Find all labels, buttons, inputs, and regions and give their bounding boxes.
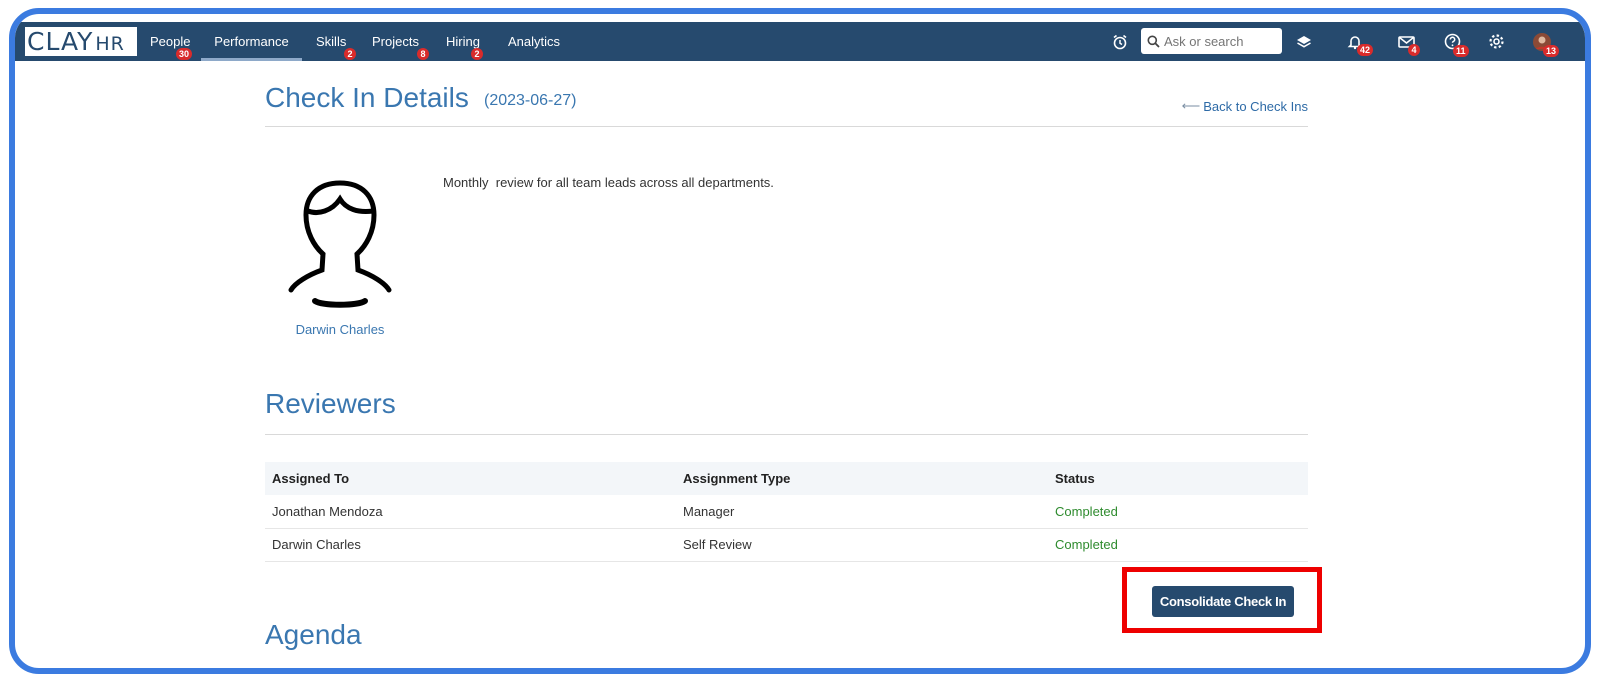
nav-skills-badge: 2: [344, 48, 356, 60]
nav-hiring[interactable]: Hiring 2: [446, 22, 483, 61]
bell-badge: 42: [1357, 44, 1374, 56]
table-row: Jonathan Mendoza Manager Completed: [265, 495, 1308, 529]
bell-icon[interactable]: 42: [1340, 22, 1374, 61]
avatar: [281, 175, 399, 310]
nav-hiring-label: Hiring: [446, 34, 480, 49]
back-to-check-ins-link[interactable]: ⟵ Back to Check Ins: [1182, 98, 1308, 114]
logo-sub-text: HR: [95, 32, 125, 55]
cell-assignment-type: Manager: [676, 495, 1048, 529]
search-input[interactable]: [1164, 33, 1274, 49]
user-avatar-icon[interactable]: 13: [1527, 22, 1560, 61]
nav-projects-badge: 8: [417, 48, 429, 60]
nav-people[interactable]: People 30: [150, 22, 193, 61]
nav-performance-label: Performance: [214, 34, 289, 49]
alarm-clock-icon[interactable]: [1105, 22, 1135, 61]
search-box[interactable]: [1141, 28, 1282, 54]
layers-icon[interactable]: [1289, 22, 1319, 61]
reviewers-table: Assigned To Assignment Type Status Jonat…: [265, 462, 1308, 562]
search-icon: [1147, 35, 1160, 48]
cell-assigned-to: Jonathan Mendoza: [265, 495, 676, 529]
gear-icon[interactable]: [1481, 22, 1511, 61]
table-header-row: Assigned To Assignment Type Status: [265, 462, 1308, 495]
mail-icon[interactable]: 4: [1391, 22, 1421, 61]
check-in-description: Monthly review for all team leads across…: [443, 175, 774, 190]
nav-projects[interactable]: Projects 8: [372, 22, 429, 61]
profile-badge: 13: [1543, 45, 1560, 57]
cell-assigned-to: Darwin Charles: [265, 528, 676, 562]
cell-status: Completed: [1048, 495, 1308, 529]
nav-projects-label: Projects: [372, 34, 419, 49]
mail-badge: 4: [1408, 44, 1420, 56]
nav-skills-label: Skills: [316, 34, 347, 49]
table-row: Darwin Charles Self Review Completed: [265, 528, 1308, 562]
page-header: Check In Details (2023-06-27) ⟵ Back to …: [265, 74, 1308, 127]
nav-skills[interactable]: Skills 2: [316, 22, 356, 61]
nav-people-badge: 30: [176, 48, 193, 60]
cell-assignment-type: Self Review: [676, 528, 1048, 562]
help-icon[interactable]: 11: [1437, 22, 1469, 61]
back-link-label: Back to Check Ins: [1203, 98, 1308, 114]
column-header-assignment-type: Assignment Type: [676, 462, 1048, 495]
top-nav: CLAY HR People 30 Performance Skills 2 P…: [15, 22, 1585, 61]
employee-name-link[interactable]: Darwin Charles: [265, 322, 415, 337]
back-arrow-icon: ⟵: [1181, 98, 1201, 113]
help-badge: 11: [1453, 45, 1469, 57]
divider: [265, 434, 1308, 435]
logo-main-text: CLAY: [27, 27, 94, 56]
check-in-date: (2023-06-27): [484, 92, 577, 109]
nav-performance[interactable]: Performance: [201, 22, 302, 61]
consolidate-check-in-button[interactable]: Consolidate Check In: [1152, 586, 1294, 617]
browser-frame: CLAY HR People 30 Performance Skills 2 P…: [9, 8, 1591, 674]
main-content: Check In Details (2023-06-27) ⟵ Back to …: [265, 74, 1322, 650]
nav-people-label: People: [150, 34, 191, 49]
agenda-heading: Agenda: [265, 619, 362, 650]
employee-profile: Darwin Charles Monthly review for all te…: [265, 127, 1308, 347]
column-header-assigned-to: Assigned To: [265, 462, 676, 495]
nav-hiring-badge: 2: [471, 48, 483, 60]
nav-analytics[interactable]: Analytics: [508, 22, 560, 61]
cell-status: Completed: [1048, 528, 1308, 562]
clayhr-logo[interactable]: CLAY HR: [25, 27, 137, 56]
page-title: Check In Details: [265, 82, 469, 113]
column-header-status: Status: [1048, 462, 1308, 495]
reviewers-heading: Reviewers: [265, 388, 396, 419]
nav-analytics-label: Analytics: [508, 34, 561, 49]
